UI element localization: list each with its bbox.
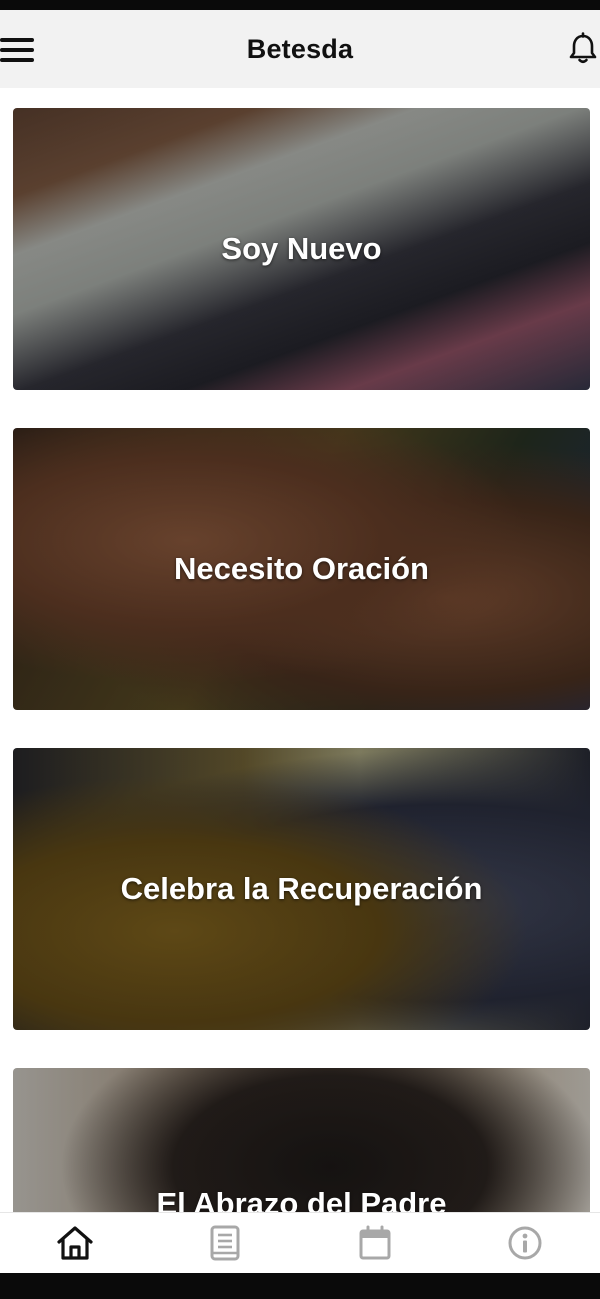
nav-calendar[interactable]: [345, 1218, 405, 1268]
card-label: Soy Nuevo: [221, 231, 382, 266]
card-label: Necesito Oración: [174, 551, 429, 586]
card-celebra-la-recuperacion[interactable]: Celebra la Recuperación: [13, 748, 590, 1030]
card-soy-nuevo[interactable]: Soy Nuevo: [13, 108, 590, 390]
book-icon: [210, 1225, 240, 1261]
card-el-abrazo-del-padre[interactable]: El Abrazo del Padre: [13, 1068, 590, 1212]
bell-icon[interactable]: [568, 32, 598, 66]
card-label: El Abrazo del Padre: [156, 1186, 447, 1212]
main-content: Soy Nuevo Necesito Oración Celebra la Re…: [0, 88, 600, 1212]
nav-book[interactable]: [195, 1218, 255, 1268]
calendar-icon: [359, 1225, 391, 1260]
app-header: Betesda: [0, 10, 600, 88]
nav-home[interactable]: [45, 1218, 105, 1268]
card-label: Celebra la Recuperación: [120, 871, 483, 906]
bottom-navigation: [0, 1212, 600, 1273]
hamburger-menu-icon[interactable]: [0, 38, 36, 62]
card-necesito-oracion[interactable]: Necesito Oración: [13, 428, 590, 710]
nav-info[interactable]: [495, 1218, 555, 1268]
status-bar: [0, 0, 600, 10]
system-navigation-bar: [0, 1273, 600, 1299]
app-title: Betesda: [246, 33, 354, 64]
info-icon: [508, 1226, 542, 1260]
home-icon: [57, 1226, 93, 1260]
